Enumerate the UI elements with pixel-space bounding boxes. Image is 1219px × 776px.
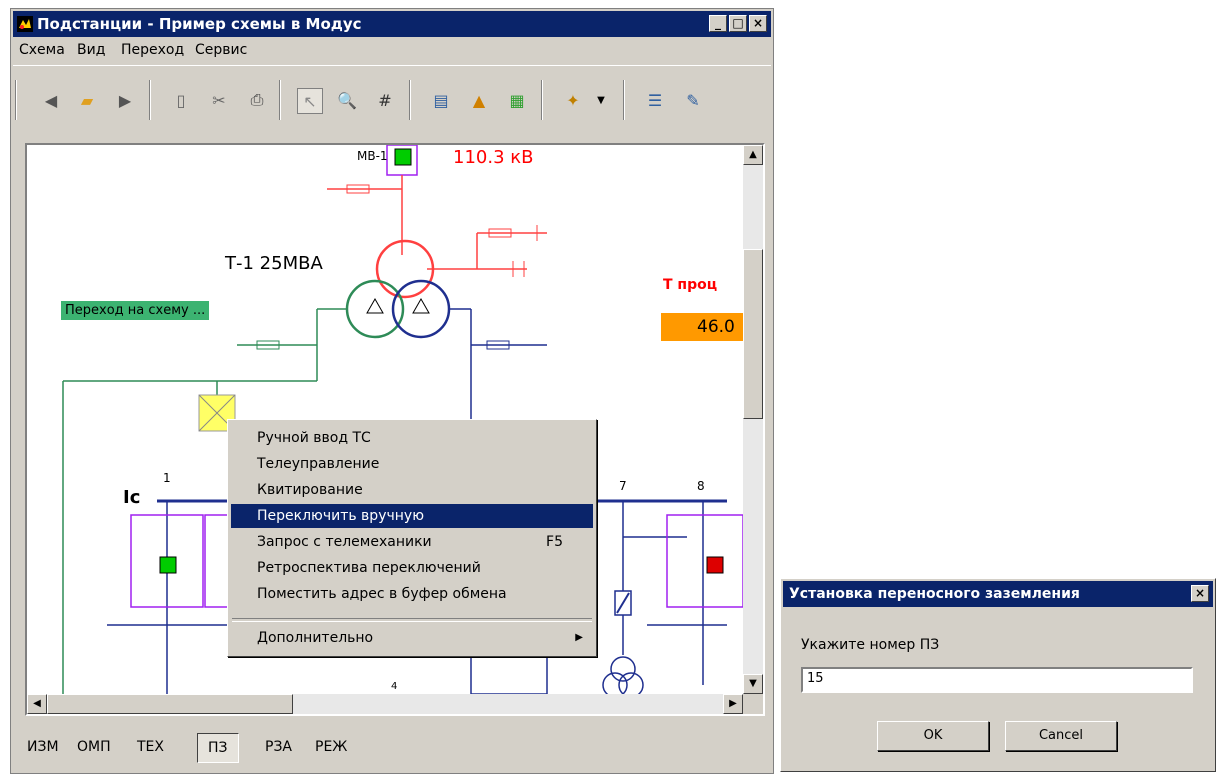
back-icon[interactable]: ◀ xyxy=(39,88,63,112)
list-icon[interactable]: ☰ xyxy=(643,88,667,112)
ctx-copy-address[interactable]: Поместить адрес в буфер обмена xyxy=(231,582,593,606)
grid-icon[interactable]: # xyxy=(373,88,397,112)
bottom-tabs: ИЗМ ОМП ТЕХ ПЗ РЗА РЕЖ xyxy=(13,725,771,769)
feeder-number: 7 xyxy=(619,479,627,493)
title-bar[interactable]: Подстанции - Пример схемы в Модус _ □ × xyxy=(13,11,771,37)
tab-rezh[interactable]: РЕЖ xyxy=(315,739,347,755)
tab-pz[interactable]: ПЗ xyxy=(197,733,239,763)
window-title: Подстанции - Пример схемы в Модус xyxy=(37,15,362,33)
minimize-button[interactable]: _ xyxy=(709,15,727,32)
temperature-label: Т проц xyxy=(663,277,718,293)
context-menu: Ручной ввод ТС Телеуправление Квитирован… xyxy=(227,419,597,657)
menu-navigate[interactable]: Переход xyxy=(121,42,184,58)
menu-view[interactable]: Вид xyxy=(77,42,105,58)
grounding-dialog: Установка переносного заземления × Укажи… xyxy=(780,578,1216,772)
scroll-down-icon[interactable]: ▼ xyxy=(743,674,763,694)
ctx-manual-ts[interactable]: Ручной ввод ТС xyxy=(231,426,593,450)
ctx-switch-manually[interactable]: Переключить вручную xyxy=(231,504,593,528)
scroll-up-icon[interactable]: ▲ xyxy=(743,145,763,165)
ok-button[interactable]: OK xyxy=(877,721,989,751)
bus-label: Iс xyxy=(123,487,141,508)
switch-label: МВ-1 xyxy=(357,149,388,163)
ctx-switching-history[interactable]: Ретроспектива переключений xyxy=(231,556,593,580)
pointer-icon[interactable]: ↖ xyxy=(297,88,323,114)
toolbar: ◀ ▰ ▶ ▯ ✂ ⎙ ↖ 🔍 # ▤ ▲ ▦ ✦ ▼ ☰ ✎ xyxy=(13,65,771,136)
ctx-telecontrol[interactable]: Телеуправление xyxy=(231,452,593,476)
maximize-button[interactable]: □ xyxy=(729,15,747,32)
feeder-number: 1 xyxy=(163,471,171,485)
frame-icon[interactable]: ▯ xyxy=(169,88,193,112)
cancel-button[interactable]: Cancel xyxy=(1005,721,1117,751)
ctx-request-telemechanics[interactable]: Запрос с телемеханики F5 xyxy=(231,530,593,554)
ctx-acknowledge[interactable]: Квитирование xyxy=(231,478,593,502)
forward-icon[interactable]: ▶ xyxy=(113,88,137,112)
main-window: Подстанции - Пример схемы в Модус _ □ × … xyxy=(10,8,774,774)
tab-rza[interactable]: РЗА xyxy=(265,739,292,755)
pz-number-input[interactable]: 15 xyxy=(801,667,1193,693)
ctx-more[interactable]: Дополнительно ▶ xyxy=(231,626,593,650)
chart-icon[interactable]: ▦ xyxy=(505,88,529,112)
zoom-icon[interactable]: 🔍 xyxy=(335,88,359,112)
scroll-left-icon[interactable]: ◀ xyxy=(27,694,47,714)
shortcut-label: F5 xyxy=(546,534,563,550)
vertical-scroll-thumb[interactable] xyxy=(743,249,763,419)
wand-icon[interactable]: ✦ xyxy=(561,88,585,112)
tab-omp[interactable]: ОМП xyxy=(77,739,111,755)
table-icon[interactable]: ▤ xyxy=(429,88,453,112)
feeder-number: 8 xyxy=(697,479,705,493)
menu-bar: Схема Вид Переход Сервис xyxy=(13,39,771,61)
app-icon xyxy=(17,16,33,32)
dialog-prompt: Укажите номер ПЗ xyxy=(801,637,940,653)
tag-icon[interactable]: ✎ xyxy=(681,88,705,112)
report-icon[interactable]: ▲ xyxy=(467,88,491,112)
submenu-arrow-icon: ▶ xyxy=(575,632,583,643)
temperature-value: 46.0 xyxy=(661,313,751,341)
tab-teh[interactable]: ТЕХ xyxy=(137,739,164,755)
close-button[interactable]: × xyxy=(749,15,767,32)
menu-service[interactable]: Сервис xyxy=(195,42,247,58)
dialog-close-button[interactable]: × xyxy=(1191,585,1209,602)
horizontal-scrollbar[interactable]: ◀ ▶ xyxy=(27,694,743,714)
dialog-title: Установка переносного заземления xyxy=(789,586,1080,602)
scroll-right-icon[interactable]: ▶ xyxy=(723,694,743,714)
tab-izm[interactable]: ИЗМ xyxy=(27,739,59,755)
horizontal-scroll-thumb[interactable] xyxy=(47,694,293,714)
vertical-scrollbar[interactable]: ▲ ▼ xyxy=(743,145,763,694)
feeder-number: 4 xyxy=(391,681,398,692)
goto-scheme-button[interactable]: Переход на схему ... xyxy=(61,301,210,320)
voltage-readout: 110.3 кВ xyxy=(453,147,534,168)
transformer-label: Т-1 25МВА xyxy=(225,253,323,274)
dropdown-arrow-icon[interactable]: ▼ xyxy=(589,88,613,112)
dialog-title-bar[interactable]: Установка переносного заземления × xyxy=(783,581,1213,607)
menu-scheme[interactable]: Схема xyxy=(19,42,65,58)
tools-icon[interactable]: ✂ xyxy=(207,88,231,112)
open-folder-icon[interactable]: ▰ xyxy=(75,88,99,112)
print-icon[interactable]: ⎙ xyxy=(245,88,269,112)
